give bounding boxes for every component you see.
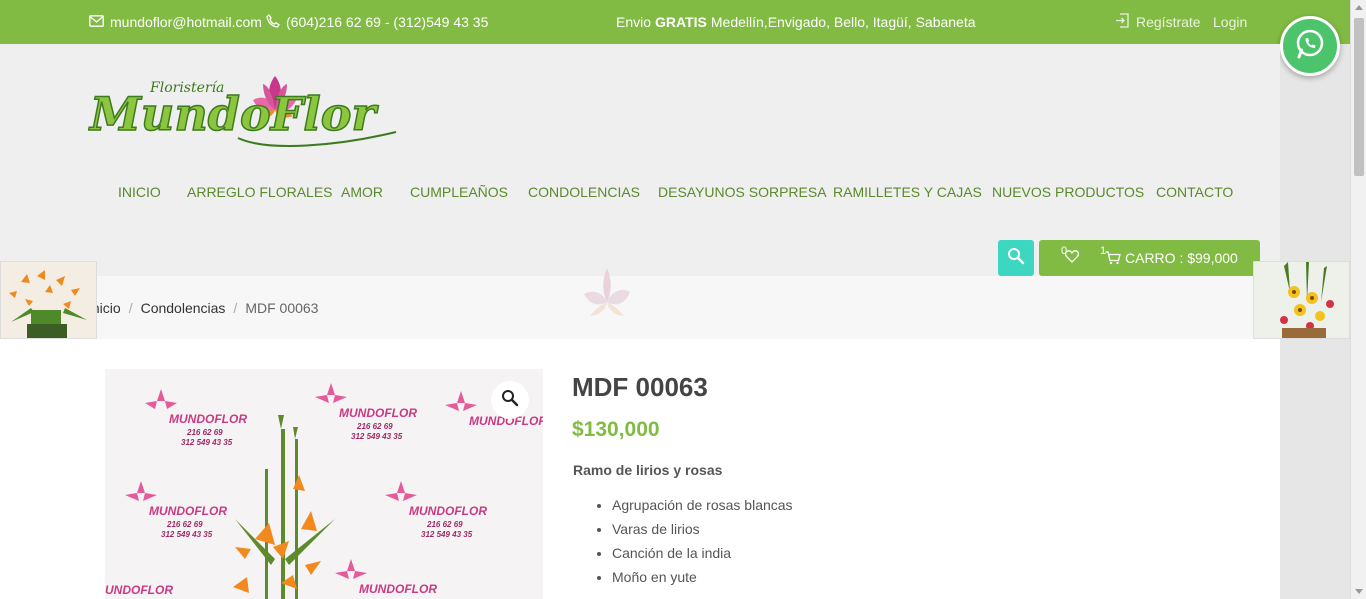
svg-text:MUNDOFLOR: MUNDOFLOR [409,504,487,518]
register-link[interactable]: Regístrate [1115,0,1201,44]
breadcrumb-current: MDF 00063 [245,300,319,316]
cart-icon [1105,251,1121,268]
nav-contacto[interactable]: CONTACTO [1156,184,1233,200]
search-icon [1007,247,1025,270]
svg-text:MUNDOFLOR: MUNDOFLOR [169,412,247,426]
svg-text:MUNDOFLOR: MUNDOFLOR [339,406,417,420]
svg-text:216 62 69: 216 62 69 [356,422,393,431]
previous-product-thumbnail[interactable] [0,261,97,339]
nav-condolencias[interactable]: CONDOLENCIAS [528,184,640,200]
whatsapp-icon [1293,27,1327,66]
next-product-thumbnail[interactable] [1253,261,1350,339]
product-features: Agrupación de rosas blancas Varas de lir… [612,496,793,592]
promo-suffix: Medellín,Envigado, Bello, Itagüí, Sabane… [710,14,976,30]
promo-prefix: Envio [616,14,652,30]
list-item: Varas de lirios [612,520,793,544]
phone-icon [266,13,280,31]
login-icon [1115,13,1130,31]
email-contact[interactable]: mundoflor@hotmail.com [89,0,262,44]
list-item: Moño en yute [612,568,793,592]
breadcrumb: Inicio / Condolencias / MDF 00063 [88,300,318,316]
list-item: Canción de la india [612,544,793,568]
svg-text:216 62 69: 216 62 69 [166,520,203,529]
breadcrumb-separator: / [233,300,238,316]
cart-total: CARRO : $99,000 [1125,250,1238,266]
svg-text:312 549 43 35: 312 549 43 35 [421,530,473,539]
breadcrumb-separator: / [128,300,133,316]
nav-nuevos-productos[interactable]: NUEVOS PRODUCTOS [992,184,1144,200]
nav-arreglo-florales[interactable]: ARREGLO FLORALES [187,184,333,200]
nav-cumpleanos[interactable]: CUMPLEAÑOS [410,184,508,200]
phone-text: (604)216 62 69 - (312)549 43 35 [286,14,489,30]
breadcrumb-category[interactable]: Condolencias [141,300,226,316]
scroll-thumb[interactable] [1354,18,1364,176]
svg-text:MUNDOFLOR: MUNDOFLOR [359,582,437,596]
scroll-down-arrow-icon[interactable] [1355,589,1363,594]
free-shipping-notice: Envio GRATIS Medellín,Envigado, Bello, I… [616,0,976,44]
nav-desayunos-sorpresa[interactable]: DESAYUNOS SORPRESA [658,184,827,200]
product-price: $130,000 [572,418,660,441]
promo-bold: GRATIS [655,14,707,30]
product-title: MDF 00063 [572,372,708,402]
scroll-up-arrow-icon[interactable] [1355,5,1363,10]
whatsapp-button[interactable] [1280,16,1340,76]
svg-text:216 62 69: 216 62 69 [426,520,463,529]
product-description: Ramo de lirios y rosas [573,462,723,478]
phone-contact[interactable]: (604)216 62 69 - (312)549 43 35 [266,0,488,44]
svg-text:312 549 43 35: 312 549 43 35 [181,438,233,447]
svg-text:UNDOFLOR: UNDOFLOR [105,583,173,597]
svg-text:312 549 43 35: 312 549 43 35 [161,530,213,539]
envelope-icon [89,14,104,30]
register-text: Regístrate [1136,14,1201,30]
site-logo[interactable]: Floristería MundoFlor [87,68,400,156]
zoom-button[interactable] [491,381,529,419]
svg-text:312 549 43 35: 312 549 43 35 [351,432,403,441]
flower-watermark-icon [584,268,630,316]
top-bar: mundoflor@hotmail.com (604)216 62 69 - (… [0,0,1280,44]
svg-text:MUNDOFLOR: MUNDOFLOR [149,504,227,518]
product-image[interactable]: MUNDOFLOR 216 62 69 312 549 43 35 MUNDOFLO… [105,369,543,599]
login-link[interactable]: Login [1213,0,1247,44]
email-text: mundoflor@hotmail.com [110,14,262,30]
nav-ramilletes-y-cajas[interactable]: RAMILLETES Y CAJAS [833,184,982,200]
zoom-icon [501,389,519,412]
svg-text:216 62 69: 216 62 69 [186,428,223,437]
cart-bar[interactable]: 0 1 CARRO : $99,000 [1039,240,1260,276]
nav-amor[interactable]: AMOR [341,184,383,200]
logo-title: MundoFlor [88,87,379,141]
search-button[interactable] [998,240,1034,276]
heart-icon[interactable] [1064,250,1080,266]
page-scrollbar[interactable] [1350,0,1366,599]
list-item: Agrupación de rosas blancas [612,496,793,520]
nav-inicio[interactable]: INICIO [118,184,161,200]
